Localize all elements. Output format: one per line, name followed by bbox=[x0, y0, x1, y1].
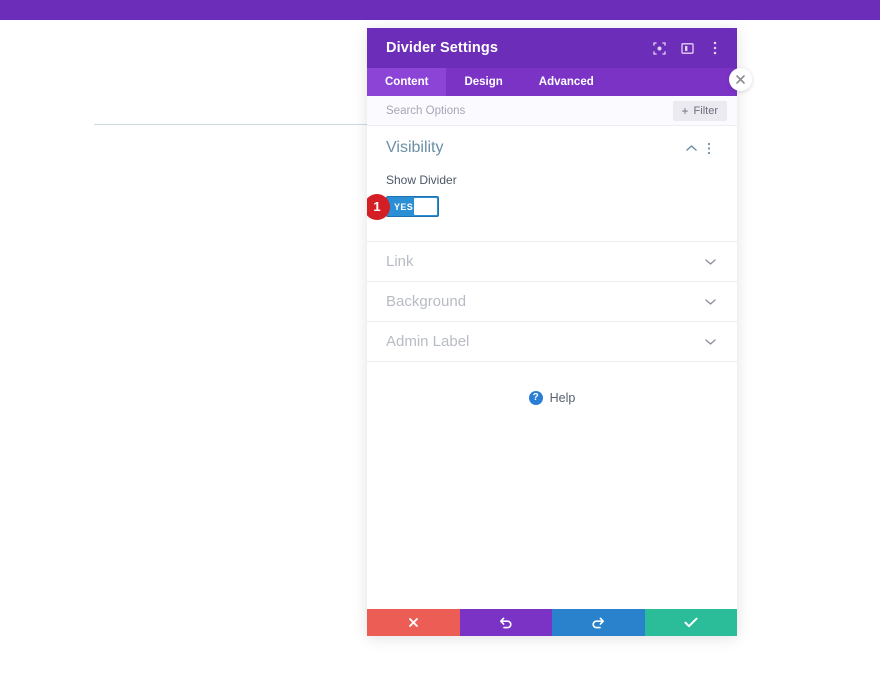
tab-content[interactable]: Content bbox=[367, 68, 447, 96]
help-link[interactable]: ? Help bbox=[367, 391, 737, 405]
divider-settings-modal: Divider Settings Content Design Advanced… bbox=[367, 28, 737, 636]
show-divider-toggle[interactable]: YES bbox=[386, 196, 439, 217]
section-background-title: Background bbox=[386, 293, 467, 310]
redo-button[interactable] bbox=[552, 609, 645, 636]
help-label: Help bbox=[549, 391, 576, 405]
chevron-down-icon[interactable] bbox=[702, 334, 718, 350]
wordpress-admin-bar bbox=[0, 0, 880, 20]
filter-button[interactable]: + Filter bbox=[672, 100, 727, 121]
split-view-icon[interactable] bbox=[679, 40, 695, 56]
plus-icon: + bbox=[681, 103, 689, 118]
section-visibility-title: Visibility bbox=[386, 139, 444, 156]
modal-action-bar bbox=[367, 609, 737, 636]
modal-header: Divider Settings bbox=[367, 28, 737, 68]
show-divider-label: Show Divider bbox=[386, 173, 457, 187]
help-icon: ? bbox=[528, 391, 543, 405]
filter-button-label: Filter bbox=[693, 104, 718, 117]
section-more-options-icon[interactable] bbox=[700, 139, 718, 157]
tab-design[interactable]: Design bbox=[446, 68, 520, 96]
section-background[interactable]: Background bbox=[367, 282, 737, 322]
cancel-button[interactable] bbox=[367, 609, 460, 636]
chevron-up-icon[interactable] bbox=[682, 139, 700, 157]
modal-tabs: Content Design Advanced bbox=[367, 68, 737, 96]
section-link-title: Link bbox=[386, 253, 414, 270]
search-input[interactable] bbox=[386, 104, 673, 117]
undo-button[interactable] bbox=[459, 609, 552, 636]
chevron-down-icon[interactable] bbox=[702, 254, 718, 270]
modal-header-icons bbox=[651, 40, 723, 56]
search-row: + Filter bbox=[367, 96, 737, 126]
show-divider-control: 1 YES bbox=[367, 193, 718, 220]
modal-body: Visibility Show Divider 1 YES Link Backg… bbox=[367, 126, 737, 609]
save-button[interactable] bbox=[644, 609, 737, 636]
section-link[interactable]: Link bbox=[367, 242, 737, 282]
toggle-value-label: YES bbox=[394, 201, 414, 212]
modal-title: Divider Settings bbox=[386, 40, 498, 56]
section-admin-label[interactable]: Admin Label bbox=[367, 322, 737, 362]
section-admin-label-title: Admin Label bbox=[386, 333, 470, 350]
section-visibility: Visibility Show Divider 1 YES bbox=[367, 126, 737, 242]
more-options-icon[interactable] bbox=[707, 40, 723, 56]
divider-module-preview[interactable] bbox=[94, 124, 380, 125]
focus-icon[interactable] bbox=[651, 40, 667, 56]
chevron-down-icon[interactable] bbox=[702, 294, 718, 310]
section-visibility-header[interactable]: Visibility bbox=[386, 126, 718, 164]
toggle-knob bbox=[414, 198, 437, 215]
tab-advanced[interactable]: Advanced bbox=[521, 68, 612, 96]
close-icon[interactable] bbox=[729, 68, 752, 91]
